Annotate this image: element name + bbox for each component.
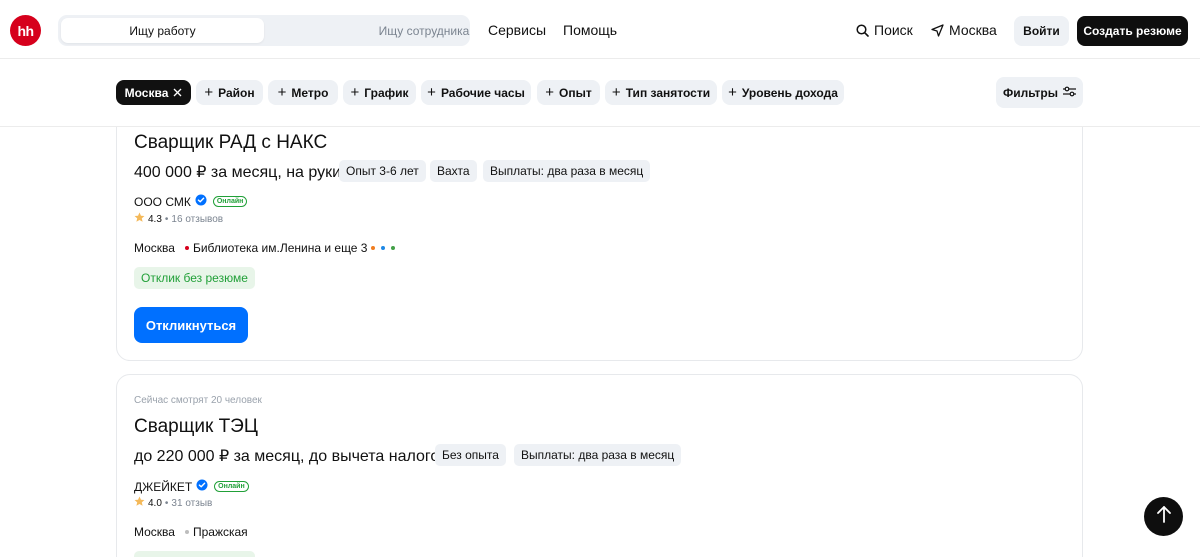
filter-chip-schedule[interactable]: + График: [343, 80, 416, 105]
city-label: Москва: [949, 22, 997, 38]
location-city: Москва: [134, 241, 175, 255]
tag-experience: Опыт 3-6 лет: [339, 160, 426, 182]
company-name[interactable]: ДЖЕЙКЕТ: [134, 480, 192, 494]
online-badge: Онлайн: [214, 481, 249, 492]
filter-chip-label: Москва: [124, 85, 169, 100]
filter-chip-income[interactable]: + Уровень дохода: [722, 80, 844, 105]
plus-icon: +: [204, 83, 214, 101]
no-resume-badge: Отклик без резюме: [134, 267, 255, 289]
plus-icon: +: [545, 83, 555, 101]
create-resume-button[interactable]: Создать резюме: [1077, 16, 1188, 46]
verified-icon: [196, 479, 208, 494]
company-name[interactable]: ООО СМК: [134, 195, 191, 209]
filter-bar: Москва + Район + Метро + График + Рабочие ча…: [0, 59, 1200, 127]
online-badge: Онлайн: [212, 196, 248, 207]
filter-chip-label: Метро: [291, 85, 329, 100]
vacancy-title[interactable]: Сварщик ТЭЦ: [134, 416, 258, 438]
metro-line-icon: [391, 246, 396, 250]
search-icon: [856, 23, 869, 37]
sliders-icon: [1063, 86, 1077, 100]
nav-services[interactable]: Сервисы: [488, 22, 546, 38]
star-icon: [134, 212, 145, 226]
apply-button[interactable]: Откликнуться: [134, 307, 248, 343]
tag-payments: Выплаты: два раза в месяц: [483, 160, 651, 182]
metro-line-icon: [381, 246, 386, 250]
company: ДЖЕЙКЕТ Онлайн: [134, 479, 249, 494]
location-arrow-icon: [931, 23, 944, 37]
filter-chip-label: Уровень дохода: [741, 85, 838, 100]
rating-separator: •: [164, 213, 169, 225]
viewers-count: Сейчас смотрят 20 человек: [134, 395, 262, 406]
nav-help[interactable]: Помощь: [563, 22, 617, 38]
tag-schedule: Вахта: [430, 160, 477, 182]
star-icon: [134, 496, 145, 510]
vacancy-card: Сейчас смотрят 20 человек Сварщик ТЭЦ до…: [116, 374, 1083, 557]
filter-chip-metro[interactable]: + Метро: [268, 80, 338, 105]
filter-chip-label: График: [364, 85, 409, 100]
filter-chip-district[interactable]: + Район: [196, 80, 263, 105]
plus-icon: +: [427, 83, 436, 101]
company-rating[interactable]: 4.0 • 31 отзыв: [134, 496, 212, 510]
search-label: Поиск: [874, 22, 913, 38]
plus-icon: +: [277, 83, 287, 101]
tag-payments: Выплаты: два раза в месяц: [514, 444, 682, 466]
login-button[interactable]: Войти: [1014, 16, 1069, 46]
location-city: Москва: [134, 525, 175, 539]
search-link[interactable]: Поиск: [856, 22, 913, 38]
filter-chip-label: Тип занятости: [625, 85, 711, 100]
filters-button[interactable]: Фильтры: [996, 77, 1083, 108]
filter-chip-city[interactable]: Москва: [116, 80, 191, 105]
verified-icon: [195, 194, 207, 209]
filter-chip-label: Район: [218, 85, 255, 100]
metro-line-icon: [371, 246, 376, 250]
vacancy-location: Москва Пражская: [134, 525, 248, 539]
vacancy-title[interactable]: Сварщик РАД с НАКС: [134, 132, 327, 154]
reviews-count: 31 отзыв: [171, 497, 213, 509]
metro-line-icon: [184, 530, 189, 534]
tag-experience: Без опыта: [435, 444, 506, 466]
vacancy-salary: до 220 000 ₽ за месяц, до вычета налогов: [134, 448, 448, 465]
close-icon[interactable]: [173, 86, 182, 100]
scroll-to-top-button[interactable]: [1144, 497, 1183, 536]
metro-station: Библиотека им.Ленина и еще 3: [192, 241, 368, 255]
tab-job-seeker[interactable]: Ищу работу: [61, 18, 264, 43]
company-rating[interactable]: 4.3 • 16 отзывов: [134, 212, 223, 226]
plus-icon: +: [350, 83, 360, 101]
vacancy-card: Сварщик РАД с НАКС 400 000 ₽ за месяц, н…: [116, 96, 1083, 361]
vacancy-location: Москва Библиотека им.Ленина и еще 3: [134, 241, 399, 255]
role-switch: Ищу работу Ищу сотрудника: [58, 15, 470, 46]
reviews-count: 16 отзывов: [171, 213, 224, 225]
filter-chip-experience[interactable]: + Опыт: [537, 80, 600, 105]
metro-station: Пражская: [192, 525, 248, 539]
metro-line-icon: [184, 246, 189, 250]
company: ООО СМК Онлайн: [134, 194, 248, 209]
filter-chip-label: Опыт: [559, 85, 592, 100]
plus-icon: +: [728, 83, 737, 101]
rating-value: 4.0: [148, 497, 162, 509]
rating-value: 4.3: [148, 213, 162, 225]
rating-separator: •: [164, 497, 169, 509]
filter-chip-label: Рабочие часы: [440, 85, 525, 100]
vacancy-salary: 400 000 ₽ за месяц, на руки: [134, 164, 342, 181]
top-header: hh Ищу работу Ищу сотрудника Сервисы Пом…: [0, 0, 1200, 59]
filters-label: Фильтры: [1002, 85, 1059, 100]
plus-icon: +: [611, 83, 621, 101]
hh-logo[interactable]: hh: [10, 15, 41, 46]
no-resume-badge: [134, 551, 255, 557]
filter-chip-employment-type[interactable]: + Тип занятости: [605, 80, 717, 105]
city-select[interactable]: Москва: [931, 22, 997, 38]
arrow-up-icon: [1156, 505, 1172, 528]
filter-chip-work-hours[interactable]: + Рабочие часы: [421, 80, 531, 105]
